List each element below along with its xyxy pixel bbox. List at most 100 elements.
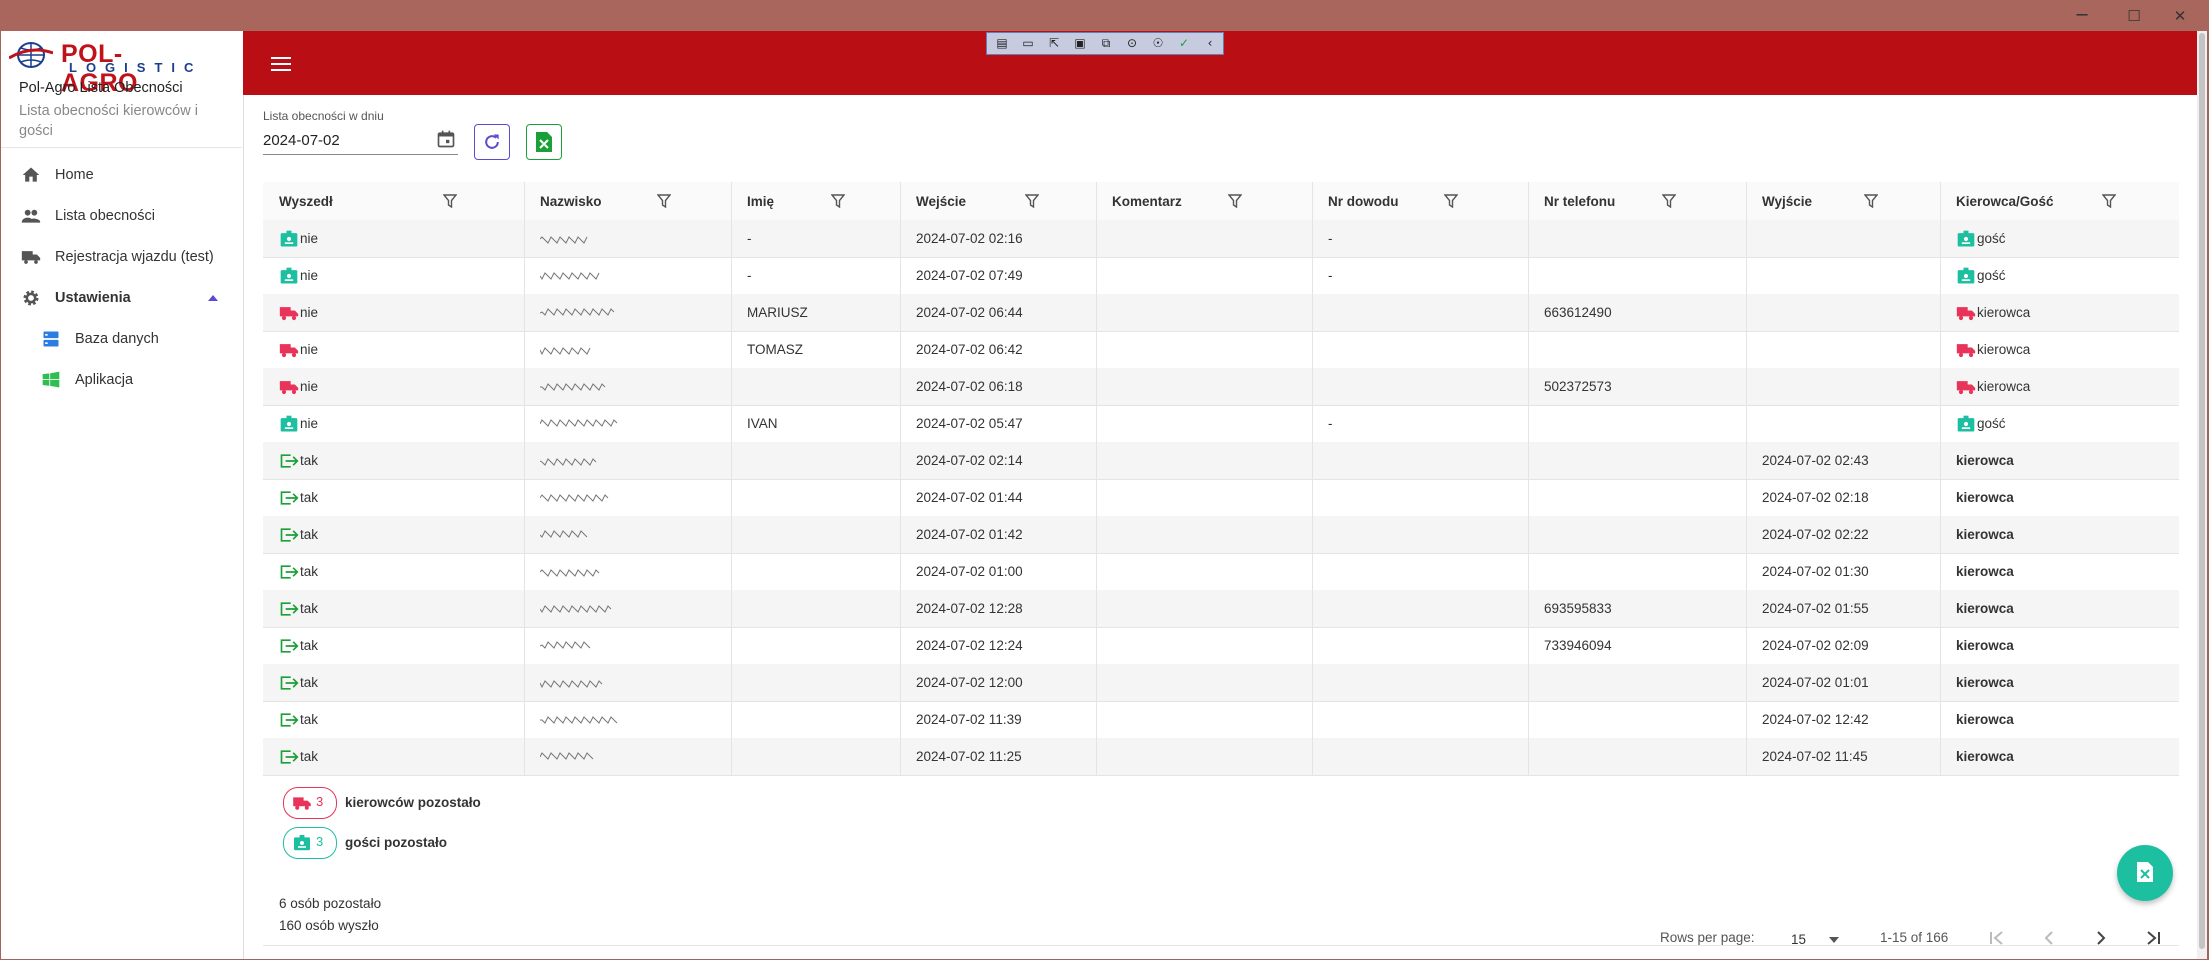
filter-icon[interactable] xyxy=(831,194,845,208)
table-row[interactable]: tak 2024-07-02 12:00 2024-07-02 01:01 kiero… xyxy=(263,664,2179,702)
vertical-scrollbar[interactable] xyxy=(2197,31,2207,959)
table-row[interactable]: tak 2024-07-02 11:25 2024-07-02 11:45 kiero… xyxy=(263,738,2179,776)
table-row[interactable]: tak 2024-07-02 11:39 2024-07-02 12:42 kiero… xyxy=(263,701,2179,739)
last-page-icon[interactable] xyxy=(2143,928,2163,948)
filter-icon[interactable] xyxy=(1228,194,1242,208)
sidebar-item-aplikacja[interactable]: Aplikacja xyxy=(1,362,242,398)
table-row[interactable]: nie IVAN 2024-07-02 05:47 - gość xyxy=(263,405,2179,443)
app-title: Pol-Agro Lista Obecności xyxy=(19,80,183,96)
table-row[interactable]: nie 2024-07-02 06:18 502372573 kierowca xyxy=(263,368,2179,406)
truck-icon xyxy=(279,306,299,320)
column-header-nazwisko[interactable]: Nazwisko xyxy=(524,182,731,220)
toolbar-link-icon[interactable]: ⊙ xyxy=(1121,35,1143,52)
table-row[interactable]: nie - 2024-07-02 02:16 - gość xyxy=(263,220,2179,258)
cell-wejscie: 2024-07-02 11:39 xyxy=(916,712,1022,727)
app-window: POL-AGRO LOGISTIC Pol-Agro Lista Obecnoś… xyxy=(1,31,2207,959)
cell-nazwisko xyxy=(540,257,602,294)
rows-per-page-label: Rows per page: xyxy=(1660,930,1755,945)
redacted-name-icon xyxy=(540,752,594,761)
toolbar-video-icon[interactable]: ▭ xyxy=(1017,35,1039,52)
date-input[interactable]: 2024-07-02 xyxy=(263,126,458,155)
toolbar-frame-icon[interactable]: ▣ xyxy=(1069,35,1091,52)
truck-icon xyxy=(279,380,299,394)
rows-per-page-select[interactable]: 15 xyxy=(1788,925,1844,951)
column-header-wyszedl[interactable]: Wyszedł xyxy=(263,182,524,220)
filter-icon[interactable] xyxy=(1662,194,1676,208)
toolbar-collapse-icon[interactable]: ‹ xyxy=(1199,35,1221,52)
minimize-button[interactable]: ─ xyxy=(2062,4,2102,28)
table-row[interactable]: tak 2024-07-02 02:14 2024-07-02 02:43 kiero… xyxy=(263,442,2179,480)
previous-page-icon[interactable] xyxy=(2039,928,2059,948)
redacted-name-icon xyxy=(540,605,612,614)
table-row[interactable]: tak 2024-07-02 01:44 2024-07-02 02:18 kiero… xyxy=(263,479,2179,517)
column-header-nr-dowodu[interactable]: Nr dowodu xyxy=(1312,182,1528,220)
type-text: kierowca xyxy=(1977,342,2031,357)
toolbar-menu-icon[interactable]: ▤ xyxy=(991,35,1013,52)
toolbar-check-icon[interactable]: ✓ xyxy=(1173,35,1195,52)
table-row[interactable]: tak 2024-07-02 01:42 2024-07-02 02:22 kiero… xyxy=(263,516,2179,554)
sidebar-item-home[interactable]: Home xyxy=(1,157,242,193)
toolbar-accessibility-icon[interactable]: ☉ xyxy=(1147,35,1169,52)
filter-icon[interactable] xyxy=(2102,194,2116,208)
filter-icon[interactable] xyxy=(1864,194,1878,208)
cell-imie: IVAN xyxy=(747,416,778,431)
export-excel-button[interactable] xyxy=(526,124,562,160)
column-header-kierowca-gosc[interactable]: Kierowca/Gość xyxy=(1940,182,2179,220)
cell-wejscie: 2024-07-02 06:18 xyxy=(916,379,1023,394)
sidebar-item-lista-obecnosci[interactable]: Lista obecności xyxy=(1,198,242,234)
cell-nazwisko xyxy=(540,331,593,368)
export-fab-button[interactable] xyxy=(2117,845,2173,901)
type-text: kierowca xyxy=(1977,379,2031,394)
chevron-up-icon[interactable] xyxy=(208,294,218,302)
refresh-button[interactable] xyxy=(474,124,510,160)
sidebar-item-label: Baza danych xyxy=(75,331,159,347)
column-header-imie[interactable]: Imię xyxy=(731,182,900,220)
column-header-nr-telefonu[interactable]: Nr telefonu xyxy=(1528,182,1746,220)
sidebar-item-baza-danych[interactable]: Baza danych xyxy=(1,321,242,357)
first-page-icon[interactable] xyxy=(1987,928,2007,948)
cell-telefon: 733946094 xyxy=(1544,638,1612,653)
calendar-icon[interactable] xyxy=(436,129,456,149)
sidebar-item-rejestracja[interactable]: Rejestracja wjazdu (test) xyxy=(1,239,242,275)
cell-wyszedl: nie xyxy=(279,257,318,294)
cell-nazwisko xyxy=(540,405,619,442)
table-row[interactable]: tak 2024-07-02 01:00 2024-07-02 01:30 kiero… xyxy=(263,553,2179,591)
cell-wejscie: 2024-07-02 07:49 xyxy=(916,268,1023,283)
status-text: tak xyxy=(300,453,319,468)
close-button[interactable]: ✕ xyxy=(2160,4,2200,28)
sidebar-item-label: Ustawienia xyxy=(55,290,131,306)
table-row[interactable]: tak 2024-07-02 12:28 693595833 2024-07-02 0… xyxy=(263,590,2179,628)
filter-icon[interactable] xyxy=(443,194,457,208)
status-text: tak xyxy=(300,490,319,505)
sidebar-divider xyxy=(1,147,242,148)
toolbar-pointer-icon[interactable]: ⇱ xyxy=(1043,35,1065,52)
cell-wyszedl: tak xyxy=(279,553,318,590)
table-row[interactable]: tak 2024-07-02 12:24 733946094 2024-07-02 0… xyxy=(263,627,2179,665)
menu-icon[interactable] xyxy=(271,57,291,71)
filter-icon[interactable] xyxy=(657,194,671,208)
scrollbar-thumb[interactable] xyxy=(2199,33,2205,949)
cell-nazwisko xyxy=(540,294,615,331)
cell-kierowca-gosc: gość xyxy=(1956,220,2006,257)
column-header-wejscie[interactable]: Wejście xyxy=(900,182,1096,220)
rows-per-page-value: 15 xyxy=(1791,932,1807,947)
cell-wyjscie: 2024-07-02 01:55 xyxy=(1762,601,1869,616)
toolbar-screen-icon[interactable]: ⧉ xyxy=(1095,35,1117,52)
column-header-komentarz[interactable]: Komentarz xyxy=(1096,182,1312,220)
table-row[interactable]: nie MARIUSZ 2024-07-02 06:44 663612490 kiero… xyxy=(263,294,2179,332)
table-row[interactable]: nie TOMASZ 2024-07-02 06:42 kierowca xyxy=(263,331,2179,369)
type-text: gość xyxy=(1977,231,2006,246)
next-page-icon[interactable] xyxy=(2091,928,2111,948)
column-header-wyjscie[interactable]: Wyjście xyxy=(1746,182,1940,220)
table-row[interactable]: nie - 2024-07-02 07:49 - gość xyxy=(263,257,2179,295)
exit-icon xyxy=(280,490,299,505)
cell-nazwisko xyxy=(540,220,589,257)
filter-icon[interactable] xyxy=(1444,194,1458,208)
cell-wejscie: 2024-07-02 02:14 xyxy=(916,453,1023,468)
cell-wejscie: 2024-07-02 12:00 xyxy=(916,675,1023,690)
sidebar-item-ustawienia[interactable]: Ustawienia xyxy=(1,280,242,316)
filter-icon[interactable] xyxy=(1025,194,1039,208)
maximize-button[interactable]: ☐ xyxy=(2114,4,2154,28)
status-text: nie xyxy=(300,305,319,320)
cell-kierowca-gosc: kierowca xyxy=(1956,601,2014,616)
